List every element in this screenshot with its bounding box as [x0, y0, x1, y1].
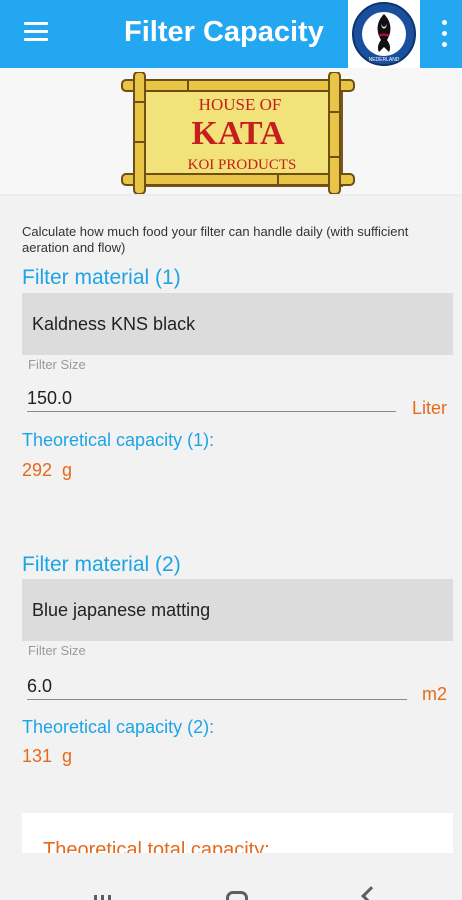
banner-line1: HOUSE OF	[199, 95, 282, 114]
description-text: Calculate how much food your filter can …	[22, 224, 409, 255]
filter2-material-select[interactable]: Blue japanese matting	[22, 579, 453, 641]
filter2-size-label: Filter Size	[28, 643, 86, 658]
filter2-capacity-label: Theoretical capacity (2):	[22, 717, 215, 737]
recents-icon[interactable]	[94, 894, 115, 900]
filter2-unit: m2	[422, 684, 448, 704]
app-bar: Filter Capacity NEDERLAND	[0, 0, 462, 68]
banner-line3: KOI PRODUCTS	[188, 157, 297, 173]
total-capacity-title: Theoretical total capacity:	[43, 839, 270, 853]
filter1-size-label: Filter Size	[28, 357, 86, 372]
total-capacity-card: Theoretical total capacity:	[22, 813, 453, 853]
house-of-kata-logo: HOUSE OF KATA KOI PRODUCTS	[121, 72, 355, 194]
system-navigation-bar	[0, 853, 462, 900]
filter1-title: Filter material (1)	[22, 266, 181, 289]
filter2-size-input[interactable]: 6.0	[27, 670, 407, 700]
brand-banner: HOUSE OF KATA KOI PRODUCTS	[0, 68, 462, 196]
filter1-capacity-label: Theoretical capacity (1):	[22, 430, 215, 450]
back-icon[interactable]	[361, 886, 381, 900]
club-logo: NEDERLAND	[348, 0, 420, 68]
banner-line2: KATA	[191, 115, 285, 152]
filter1-unit: Liter	[412, 398, 448, 418]
more-vert-icon[interactable]	[434, 18, 454, 50]
filter2-title: Filter material (2)	[22, 553, 181, 576]
filter2-capacity-value: 131 g	[22, 746, 73, 766]
page-title: Filter Capacity	[124, 16, 324, 48]
filter1-capacity-value: 292 g	[22, 460, 73, 480]
filter1-material-select[interactable]: Kaldness KNS black	[22, 293, 453, 355]
filter1-size-input[interactable]: 150.0	[27, 382, 396, 412]
hamburger-menu-icon[interactable]	[22, 20, 52, 48]
club-logo-text: NEDERLAND	[369, 57, 400, 63]
home-icon[interactable]	[226, 891, 248, 900]
